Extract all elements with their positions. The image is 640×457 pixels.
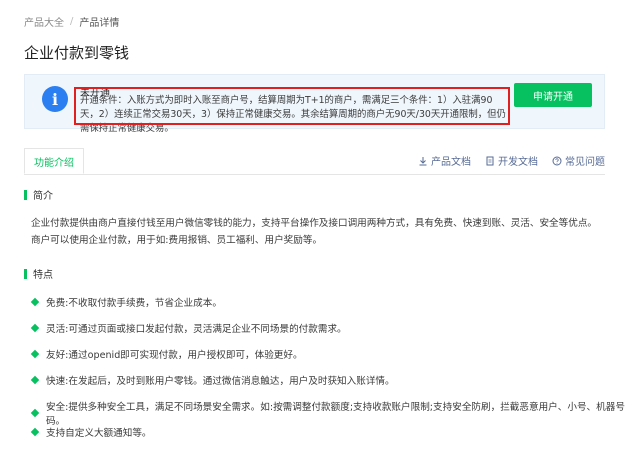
faq-label: 常见问题 bbox=[565, 157, 605, 168]
diamond-bullet-icon bbox=[30, 408, 40, 418]
diamond-bullet-icon bbox=[30, 297, 40, 307]
page-title: 企业付款到零钱 bbox=[24, 44, 130, 62]
feature-text: 免费:不收取付款手续费，节省企业成本。 bbox=[46, 298, 222, 309]
dev-doc-label: 开发文档 bbox=[498, 157, 538, 168]
faq-link[interactable]: 常见问题 bbox=[552, 153, 605, 168]
breadcrumb-separator: / bbox=[70, 16, 74, 27]
apply-button[interactable]: 申请开通 bbox=[514, 83, 592, 107]
product-doc-link[interactable]: 产品文档 bbox=[418, 153, 471, 168]
feature-item: 灵活:可通过页面或接口发起付款，灵活满足企业不同场景的付款需求。 bbox=[30, 321, 347, 335]
info-icon: i bbox=[42, 86, 68, 112]
question-icon bbox=[552, 156, 562, 165]
intro-text: 企业付款提供由商户直接付钱至用户微信零钱的能力，支持平台操作及接口调用两种方式，… bbox=[31, 218, 598, 246]
tab-feature-intro[interactable]: 功能介绍 bbox=[24, 148, 84, 174]
document-icon bbox=[486, 156, 494, 165]
doc-links: 产品文档 开发文档 常见问题 bbox=[418, 153, 605, 168]
feature-item: 安全:提供多种安全工具，满足不同场景安全需求。如:按需调整付款额度;支持收款账户… bbox=[30, 399, 640, 427]
feature-item: 支持自定义大额通知等。 bbox=[30, 425, 152, 439]
intro-heading: 简介 bbox=[24, 187, 53, 202]
section-marker bbox=[24, 268, 27, 279]
product-doc-label: 产品文档 bbox=[431, 157, 471, 168]
dev-doc-link[interactable]: 开发文档 bbox=[485, 153, 538, 168]
tabs-bar: 功能介绍 产品文档 开发文档 常见问题 bbox=[24, 148, 605, 175]
section-marker bbox=[24, 189, 27, 200]
feature-text: 友好:通过openid即可实现付款，用户授权即可，体验更好。 bbox=[46, 350, 303, 361]
feature-item: 友好:通过openid即可实现付款，用户授权即可，体验更好。 bbox=[30, 347, 303, 361]
highlight-annotation-box bbox=[74, 87, 510, 125]
breadcrumb-current: 产品详情 bbox=[79, 18, 120, 29]
diamond-bullet-icon bbox=[30, 323, 40, 333]
feature-item: 快速:在发起后，及时到账用户零钱。通过微信消息触达，用户及时获知入账详情。 bbox=[30, 373, 395, 387]
feature-text: 灵活:可通过页面或接口发起付款，灵活满足企业不同场景的付款需求。 bbox=[46, 324, 347, 335]
feature-text: 快速:在发起后，及时到账用户零钱。通过微信消息触达，用户及时获知入账详情。 bbox=[46, 376, 395, 387]
diamond-bullet-icon bbox=[30, 427, 40, 437]
feature-text: 安全:提供多种安全工具，满足不同场景安全需求。如:按需调整付款额度;支持收款账户… bbox=[45, 402, 625, 427]
download-icon bbox=[419, 156, 427, 165]
diamond-bullet-icon bbox=[30, 349, 40, 359]
features-heading-label: 特点 bbox=[33, 270, 53, 281]
features-heading: 特点 bbox=[24, 266, 53, 281]
feature-item: 免费:不收取付款手续费，节省企业成本。 bbox=[30, 295, 222, 309]
diamond-bullet-icon bbox=[30, 375, 40, 385]
breadcrumb: 产品大全 / 产品详情 bbox=[24, 14, 119, 29]
breadcrumb-root[interactable]: 产品大全 bbox=[24, 14, 64, 29]
intro-heading-label: 简介 bbox=[33, 191, 53, 202]
feature-text: 支持自定义大额通知等。 bbox=[46, 428, 152, 439]
